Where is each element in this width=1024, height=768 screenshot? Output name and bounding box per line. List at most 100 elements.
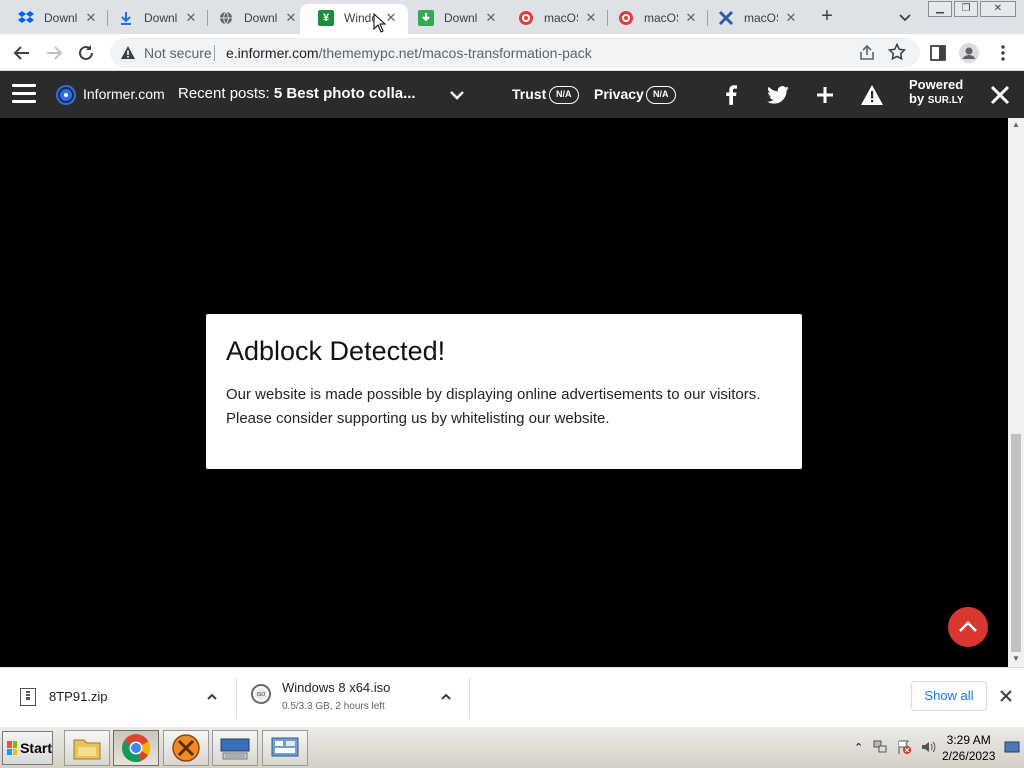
download-item[interactable]: ISO Windows 8 x64.iso 0.5/3.3 GB, 2 hour… — [237, 668, 469, 726]
add-plus-icon[interactable] — [814, 84, 836, 106]
iso-disc-icon: ISO — [251, 684, 271, 704]
close-tab-icon[interactable]: ✕ — [782, 9, 800, 27]
chevron-up-icon[interactable] — [439, 690, 453, 704]
restore-window-button[interactable]: ❐ — [954, 1, 978, 17]
reload-button[interactable] — [75, 42, 97, 64]
share-icon[interactable] — [858, 44, 876, 62]
chevron-down-icon[interactable] — [448, 86, 466, 104]
new-tab-button[interactable]: + — [816, 5, 838, 27]
page-content: Adblock Detected! Our website is made po… — [0, 118, 1008, 667]
bookmark-star-icon[interactable] — [887, 42, 907, 61]
modal-line-2: Please consider supporting us by whiteli… — [226, 410, 610, 427]
site-name[interactable]: Informer.com — [83, 86, 165, 102]
network-icon[interactable] — [872, 739, 888, 760]
powered-label: Powered — [909, 77, 964, 92]
tab-2[interactable]: Downl ✕ — [100, 4, 196, 34]
start-label: Start — [20, 740, 52, 756]
zip-file-icon — [20, 688, 36, 706]
privacy-label: Privacy — [594, 86, 644, 102]
address-bar[interactable]: Not secure e.informer.com/thememypc.net/… — [110, 38, 920, 67]
control-panel-taskbar-icon[interactable] — [262, 730, 308, 766]
close-tab-icon[interactable]: ✕ — [582, 9, 600, 27]
file-explorer-taskbar-icon[interactable] — [64, 730, 110, 766]
tab-8[interactable]: macOS ✕ — [700, 4, 796, 34]
tab-title: Downl — [444, 11, 478, 25]
surly-brand: SUR.LY — [927, 95, 964, 106]
scrollbar-thumb[interactable] — [1011, 434, 1021, 652]
back-button[interactable] — [11, 42, 33, 64]
hamburger-menu-icon[interactable] — [12, 84, 36, 104]
download-shelf: 8TP91.zip ISO Windows 8 x64.iso 0.5/3.3 … — [0, 667, 1024, 726]
dropbox-blue-icon — [18, 10, 34, 26]
recent-posts[interactable]: Recent posts: 5 Best photo colla... — [178, 85, 416, 102]
url-text[interactable]: e.informer.com/thememypc.net/macos-trans… — [226, 45, 592, 61]
flag-alert-icon[interactable] — [896, 739, 912, 760]
powered-by-label: by — [909, 91, 925, 106]
url-path: /thememypc.net/macos-transformation-pack — [318, 45, 592, 61]
url-host: e.informer.com — [226, 45, 319, 61]
close-window-button[interactable]: ✕ — [980, 1, 1016, 17]
show-hidden-icons-icon[interactable]: ⌃ — [854, 741, 863, 754]
powered-by-surly[interactable]: Powered by SUR.LY — [909, 78, 964, 108]
red-circle-icon — [518, 10, 534, 26]
modal-title: Adblock Detected! — [226, 336, 446, 366]
start-button[interactable]: Start — [2, 731, 53, 765]
close-tab-icon[interactable]: ✕ — [282, 9, 300, 27]
tab-1[interactable]: Downl ✕ — [0, 4, 96, 34]
keyboard-app-taskbar-icon[interactable] — [212, 730, 258, 766]
address-separator — [214, 45, 215, 61]
close-surly-bar-icon[interactable] — [988, 83, 1012, 107]
red-circle-icon — [618, 10, 634, 26]
green-shield-icon: ¥ — [318, 10, 334, 26]
scroll-down-arrow-icon[interactable]: ▼ — [1012, 655, 1020, 663]
recent-posts-label: Recent posts: — [178, 85, 270, 102]
close-tab-icon[interactable]: ✕ — [482, 9, 500, 27]
vertical-scrollbar[interactable]: ▲ ▼ — [1008, 118, 1024, 667]
taskbar-clock[interactable]: 3:29 AM 2/26/2023 — [942, 732, 995, 764]
clock-time: 3:29 AM — [946, 733, 991, 747]
chrome-taskbar-icon[interactable] — [113, 730, 159, 766]
site-favicon-icon — [58, 87, 74, 103]
globe-icon — [218, 10, 234, 26]
chevron-up-icon[interactable] — [205, 690, 219, 704]
scroll-to-top-button[interactable] — [948, 607, 988, 647]
tab-6[interactable]: macOS ✕ — [500, 4, 596, 34]
tab-search-chevron-icon[interactable] — [896, 8, 914, 26]
close-tab-icon[interactable]: ✕ — [682, 9, 700, 27]
recent-post-title: 5 Best photo colla... — [273, 85, 416, 102]
tab-strip: Downl ✕ Downl ✕ Downl ✕ ¥ Windo ✕ Downl … — [0, 0, 1024, 34]
close-tab-icon[interactable]: ✕ — [82, 9, 100, 27]
minimize-window-button[interactable]: ▁ — [928, 1, 952, 17]
security-status-label[interactable]: Not secure — [144, 45, 212, 61]
app-orange-x-taskbar-icon[interactable] — [163, 730, 209, 766]
side-panel-icon[interactable] — [927, 42, 949, 64]
report-warning-icon[interactable] — [861, 84, 883, 106]
tab-5[interactable]: Downl ✕ — [400, 4, 496, 34]
close-tab-icon[interactable]: ✕ — [182, 9, 200, 27]
privacy-badge[interactable]: N/A — [646, 86, 676, 104]
volume-icon[interactable] — [920, 739, 936, 760]
windows-taskbar: Start ⌃ 3:29 AM 2/26/2023 — [0, 726, 1024, 768]
download-arrow-icon — [118, 10, 134, 26]
tab-title: macOS — [644, 11, 678, 25]
profile-avatar-icon[interactable] — [958, 42, 980, 64]
browser-toolbar: Not secure e.informer.com/thememypc.net/… — [0, 34, 1024, 71]
tab-7[interactable]: macOS ✕ — [600, 4, 696, 34]
warning-triangle-icon[interactable] — [120, 45, 136, 61]
adblock-modal: Adblock Detected! Our website is made po… — [206, 314, 802, 469]
close-download-shelf-icon[interactable] — [998, 688, 1014, 704]
windows-logo-icon — [7, 741, 18, 755]
tab-3[interactable]: Downl ✕ — [200, 4, 296, 34]
system-tray: ⌃ — [850, 731, 1024, 765]
trust-badge[interactable]: N/A — [549, 86, 579, 104]
forward-button[interactable] — [43, 42, 65, 64]
download-item[interactable]: 8TP91.zip — [0, 668, 236, 726]
action-center-icon[interactable] — [1004, 739, 1020, 760]
tab-4-active[interactable]: ¥ Windo ✕ — [300, 4, 408, 34]
scroll-up-arrow-icon[interactable]: ▲ — [1012, 121, 1020, 129]
tab-title: macOS — [544, 11, 578, 25]
facebook-icon[interactable] — [720, 84, 742, 106]
twitter-icon[interactable] — [767, 84, 789, 106]
show-all-downloads-button[interactable]: Show all — [911, 681, 987, 711]
browser-menu-icon[interactable] — [992, 42, 1014, 64]
